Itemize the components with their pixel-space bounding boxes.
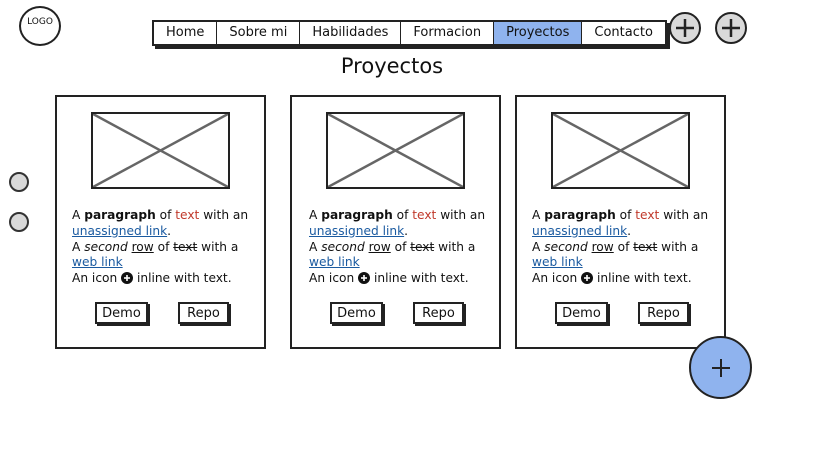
- top-nav: Home Sobre mi Habilidades Formacion Proy…: [152, 20, 667, 46]
- nav-item-contacto[interactable]: Contacto: [582, 22, 665, 44]
- nav-item-proyectos[interactable]: Proyectos: [494, 22, 583, 44]
- logo[interactable]: LOGO: [19, 6, 61, 46]
- plus-circle-filled-icon: [581, 272, 594, 285]
- image-placeholder-icon: [91, 112, 230, 189]
- image-placeholder-icon: [551, 112, 690, 189]
- plus-circle-filled-icon: [121, 272, 134, 285]
- plus-icon: [722, 19, 740, 37]
- project-card-1: A paragraph of text with an unassigned l…: [55, 95, 266, 349]
- project-card-2: A paragraph of text with an unassigned l…: [290, 95, 501, 349]
- floating-add-button[interactable]: [689, 336, 752, 399]
- web-link[interactable]: web link: [532, 255, 583, 269]
- web-link[interactable]: web link: [72, 255, 123, 269]
- nav-item-formacion[interactable]: Formacion: [401, 22, 495, 44]
- side-nav-dot-2[interactable]: [9, 212, 29, 232]
- page-title: Proyectos: [340, 54, 444, 78]
- plus-icon: [676, 19, 694, 37]
- unassigned-link[interactable]: unassigned link: [72, 224, 167, 238]
- project-card-3: A paragraph of text with an unassigned l…: [515, 95, 726, 349]
- plus-circle-filled-icon: [358, 272, 371, 285]
- card-paragraph: A paragraph of text with an unassigned l…: [72, 208, 249, 286]
- nav-item-home[interactable]: Home: [154, 22, 218, 44]
- card-paragraph: A paragraph of text with an unassigned l…: [309, 208, 486, 286]
- demo-button[interactable]: Demo: [95, 302, 148, 324]
- card-paragraph: A paragraph of text with an unassigned l…: [532, 208, 709, 286]
- plus-icon: [711, 358, 730, 377]
- repo-button[interactable]: Repo: [178, 302, 229, 324]
- side-nav-dot-1[interactable]: [9, 172, 29, 192]
- demo-button[interactable]: Demo: [555, 302, 608, 324]
- repo-button[interactable]: Repo: [638, 302, 689, 324]
- nav-item-habilidades[interactable]: Habilidades: [300, 22, 402, 44]
- web-link[interactable]: web link: [309, 255, 360, 269]
- nav-item-sobre-mi[interactable]: Sobre mi: [217, 22, 301, 44]
- add-button-2[interactable]: [715, 12, 747, 44]
- unassigned-link[interactable]: unassigned link: [532, 224, 627, 238]
- demo-button[interactable]: Demo: [330, 302, 383, 324]
- unassigned-link[interactable]: unassigned link: [309, 224, 404, 238]
- add-button-1[interactable]: [669, 12, 701, 44]
- image-placeholder-icon: [326, 112, 465, 189]
- repo-button[interactable]: Repo: [413, 302, 464, 324]
